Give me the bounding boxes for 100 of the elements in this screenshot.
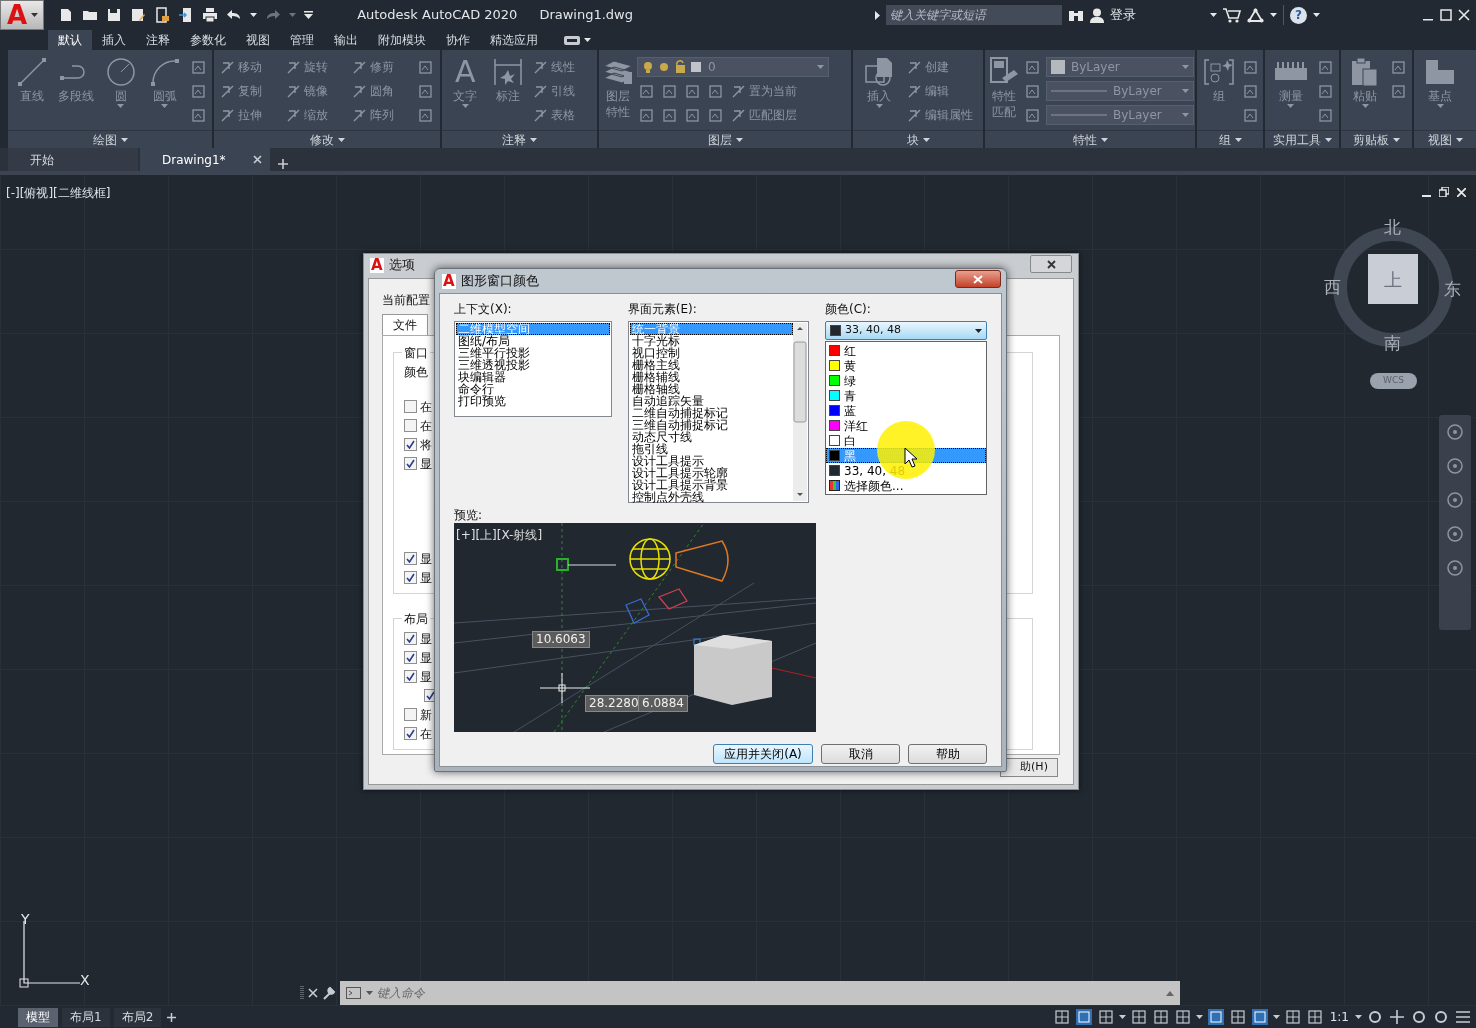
- annotation-scale-button[interactable]: 1:1: [1327, 1008, 1351, 1026]
- list-item[interactable]: 视口控制: [629, 347, 793, 359]
- dropdown-option[interactable]: 黄: [826, 358, 986, 373]
- list-item[interactable]: 栅格主线: [629, 359, 793, 371]
- list-item[interactable]: 动态尺寸线: [629, 431, 793, 443]
- checkbox[interactable]: [404, 670, 417, 683]
- close-button[interactable]: [1030, 255, 1072, 273]
- ribbon-tab[interactable]: 输出: [324, 30, 368, 50]
- new-file-icon[interactable]: [58, 7, 74, 23]
- dropdown-option[interactable]: 绿: [826, 373, 986, 388]
- search-field[interactable]: 键入关键字或短语: [886, 5, 1062, 25]
- panel-title-button[interactable]: 视图: [1414, 130, 1476, 148]
- binoculars-icon[interactable]: [1068, 8, 1084, 22]
- list-item[interactable]: 二维自动捕捉标记: [629, 407, 793, 419]
- status-toggle[interactable]: [1454, 1008, 1472, 1026]
- list-item[interactable]: 设计工具提示轮廓: [629, 467, 793, 479]
- cart-icon[interactable]: [1223, 7, 1241, 23]
- list-item[interactable]: 命令行: [456, 383, 610, 395]
- customize-menu-icon[interactable]: [304, 11, 313, 19]
- list-item[interactable]: 控制点外壳线: [629, 491, 793, 503]
- help-button[interactable]: 助(H): [1000, 758, 1058, 777]
- document-tab[interactable]: Drawing1*: [140, 148, 270, 171]
- ribbon-tab[interactable]: 附加模块: [368, 30, 436, 50]
- list-item[interactable]: 栅格辅线: [629, 371, 793, 383]
- ribbon-tab[interactable]: 管理: [280, 30, 324, 50]
- ribbon-tab[interactable]: 默认: [48, 30, 92, 50]
- list-item[interactable]: 三维透视投影: [456, 359, 610, 371]
- new-tab-button[interactable]: [276, 157, 290, 171]
- document-tab[interactable]: 开始: [8, 148, 138, 171]
- list-item[interactable]: 设计工具提示: [629, 455, 793, 467]
- checkbox[interactable]: [404, 552, 417, 565]
- export-icon[interactable]: [178, 7, 194, 23]
- panel-toggle-icon[interactable]: [564, 35, 580, 45]
- panel-title-button[interactable]: 特性: [985, 130, 1195, 148]
- list-item[interactable]: 设计工具提示背景: [629, 479, 793, 491]
- panel-title-button[interactable]: 绘图: [8, 130, 212, 148]
- list-item[interactable]: 打印预览: [456, 395, 610, 407]
- dropdown-option[interactable]: 白: [826, 433, 986, 448]
- panel-title-button[interactable]: 实用工具: [1265, 130, 1339, 148]
- dialog-button[interactable]: 取消: [821, 744, 900, 764]
- status-toggle[interactable]: [1388, 1008, 1406, 1026]
- layout-tab[interactable]: 模型: [18, 1007, 58, 1027]
- drawing-area[interactable]: [0, 175, 1476, 1006]
- checkbox[interactable]: [404, 438, 417, 451]
- dialog-tab[interactable]: 文件: [382, 314, 428, 335]
- checkbox[interactable]: [404, 419, 417, 432]
- dialog-button[interactable]: 应用并关闭(A): [713, 744, 813, 764]
- dropdown-option[interactable]: 青: [826, 388, 986, 403]
- close-icon[interactable]: [1458, 9, 1470, 21]
- save-as-icon[interactable]: [130, 7, 146, 23]
- panel-title-button[interactable]: 块: [853, 130, 983, 148]
- panel-title-button[interactable]: 剪贴板: [1341, 130, 1412, 148]
- close-icon[interactable]: [308, 988, 318, 998]
- ribbon-tab[interactable]: 注释: [136, 30, 180, 50]
- viewport-controls[interactable]: [-][俯视][二维线框]: [6, 184, 111, 202]
- dropdown-option[interactable]: 蓝: [826, 403, 986, 418]
- list-item[interactable]: 块编辑器: [456, 371, 610, 383]
- list-item[interactable]: 栅格轴线: [629, 383, 793, 395]
- panel-title-button[interactable]: 组: [1197, 130, 1263, 148]
- save-icon[interactable]: [106, 7, 122, 23]
- list-item[interactable]: 拖引线: [629, 443, 793, 455]
- grip-icon[interactable]: [300, 985, 304, 1001]
- ribbon-tab[interactable]: 协作: [436, 30, 480, 50]
- list-item[interactable]: 三维自动捕捉标记: [629, 419, 793, 431]
- list-item[interactable]: 三维平行投影: [456, 347, 610, 359]
- list-item[interactable]: 自动追踪矢量: [629, 395, 793, 407]
- checkbox[interactable]: [404, 708, 417, 721]
- panel-title-button[interactable]: 注释: [442, 130, 597, 148]
- dropdown-option[interactable]: 红: [826, 343, 986, 358]
- dialog-button[interactable]: 帮助: [908, 744, 987, 764]
- panel-title-button[interactable]: 修改: [214, 130, 440, 148]
- scrollbar[interactable]: [793, 323, 807, 501]
- ribbon-tab[interactable]: 精选应用: [480, 30, 548, 50]
- checkbox[interactable]: [404, 457, 417, 470]
- navigation-bar[interactable]: [1439, 415, 1471, 630]
- checkbox[interactable]: [404, 651, 417, 664]
- ribbon-tab[interactable]: 视图: [236, 30, 280, 50]
- new-layout-button[interactable]: [165, 1010, 179, 1024]
- sign-in-button[interactable]: 登录: [1110, 5, 1136, 25]
- expand-icon[interactable]: [875, 10, 880, 20]
- network-icon[interactable]: [1247, 7, 1264, 23]
- checkbox[interactable]: [404, 632, 417, 645]
- close-icon[interactable]: [253, 155, 262, 164]
- dropdown-option[interactable]: 选择颜色...: [826, 478, 986, 493]
- printer-icon[interactable]: [202, 7, 218, 23]
- layout-tab[interactable]: 布局1: [62, 1007, 110, 1027]
- list-item[interactable]: 图纸/布局: [456, 335, 610, 347]
- checkbox[interactable]: [404, 571, 417, 584]
- panel-title-button[interactable]: 图层: [599, 130, 851, 148]
- scroll-up-icon[interactable]: [1166, 990, 1174, 996]
- dropdown-option[interactable]: 洋红: [826, 418, 986, 433]
- restore-icon[interactable]: [1439, 187, 1449, 197]
- close-icon[interactable]: [1457, 187, 1466, 197]
- maximize-icon[interactable]: [1440, 9, 1452, 21]
- close-button[interactable]: [955, 270, 1001, 288]
- ribbon-tab[interactable]: 插入: [92, 30, 136, 50]
- open-from-web-icon[interactable]: [154, 7, 170, 23]
- help-button[interactable]: ?: [1290, 6, 1307, 24]
- checkbox[interactable]: [404, 727, 417, 740]
- checkbox[interactable]: [404, 400, 417, 413]
